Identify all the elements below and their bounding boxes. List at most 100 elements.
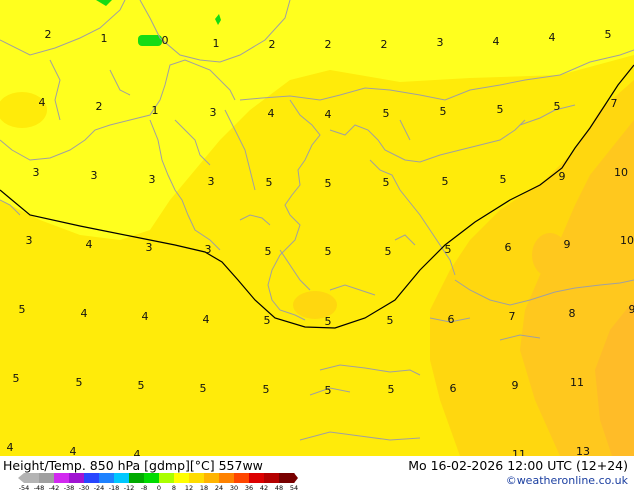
value-label: 5 xyxy=(445,243,452,256)
value-label: 1 xyxy=(152,104,159,117)
credit-link[interactable]: ©weatheronline.co.uk xyxy=(506,474,628,487)
colorbar-swatch xyxy=(174,473,190,483)
colorbar-tick-label: -12 xyxy=(124,484,135,492)
value-label: 7 xyxy=(611,97,618,110)
colorbar xyxy=(18,473,298,483)
value-label: 4 xyxy=(325,108,332,121)
colorbar-swatch xyxy=(189,473,205,483)
value-label: 3 xyxy=(91,169,98,182)
colorbar-tick-label: 12 xyxy=(185,484,193,492)
value-label: 13 xyxy=(576,445,590,456)
value-label: 4 xyxy=(86,238,93,251)
value-label: 5 xyxy=(500,173,507,186)
value-label: 5 xyxy=(19,303,26,316)
value-label: 3 xyxy=(210,106,217,119)
value-label: 5 xyxy=(265,245,272,258)
colorbar-tick-label: 8 xyxy=(172,484,176,492)
value-label: 5 xyxy=(266,176,273,189)
value-label: 2 xyxy=(325,38,332,51)
value-label: 2 xyxy=(45,28,52,41)
value-label: 5 xyxy=(383,107,390,120)
value-label: 9 xyxy=(512,379,519,392)
value-label: 5 xyxy=(325,384,332,397)
value-label: 5 xyxy=(325,177,332,190)
colorbar-tick-label: 24 xyxy=(215,484,223,492)
value-label: 3 xyxy=(26,234,33,247)
colorbar-swatch xyxy=(219,473,235,483)
value-label: 5 xyxy=(387,314,394,327)
colorbar-tick-label: 0 xyxy=(157,484,161,492)
value-label: 2 xyxy=(381,38,388,51)
colorbar-tick-label: -30 xyxy=(79,484,90,492)
colorbar-tick-label: -38 xyxy=(64,484,75,492)
value-label: 5 xyxy=(554,100,561,113)
colorbar-tick-label: -48 xyxy=(34,484,45,492)
map-canvas: 2101222344542134455557333355555910343355… xyxy=(0,0,634,456)
colorbar-swatch xyxy=(39,473,55,483)
value-label: 11 xyxy=(512,448,526,456)
colorbar-tick-label: 18 xyxy=(200,484,208,492)
colorbar-swatch xyxy=(144,473,160,483)
value-label: 5 xyxy=(388,383,395,396)
value-label: 4 xyxy=(81,307,88,320)
value-label: 6 xyxy=(505,241,512,254)
colorbar-tick-labels: -54-48-42-38-30-24-18-12-808121824303642… xyxy=(18,484,298,492)
value-label: 0 xyxy=(162,34,169,47)
value-label: 7 xyxy=(509,310,516,323)
value-label: 4 xyxy=(39,96,46,109)
colorbar-swatch xyxy=(114,473,130,483)
colorbar-swatch xyxy=(264,473,280,483)
colorbar-tick-label: 36 xyxy=(245,484,253,492)
value-label: 3 xyxy=(149,173,156,186)
value-label: 6 xyxy=(448,313,455,326)
value-label: 9 xyxy=(559,170,566,183)
colorbar-tick-label: 42 xyxy=(260,484,268,492)
value-label: 5 xyxy=(76,376,83,389)
value-label: 3 xyxy=(437,36,444,49)
value-label: 9 xyxy=(629,303,634,316)
colorbar-swatch xyxy=(24,473,40,483)
colorbar-tick-label: 30 xyxy=(230,484,238,492)
value-label: 10 xyxy=(614,166,628,179)
value-label: 5 xyxy=(440,105,447,118)
value-label: 4 xyxy=(134,448,141,456)
value-label: 4 xyxy=(203,313,210,326)
colorbar-left-arrow xyxy=(18,473,24,483)
value-label: 4 xyxy=(142,310,149,323)
colorbar-tick-label: -42 xyxy=(49,484,60,492)
colorbar-tick-label: -24 xyxy=(94,484,105,492)
value-label: 4 xyxy=(549,31,556,44)
value-label: 8 xyxy=(569,307,576,320)
colorbar-swatch xyxy=(69,473,85,483)
value-label: 5 xyxy=(325,315,332,328)
map-datetime: Mo 16-02-2026 12:00 UTC (12+24) xyxy=(408,458,628,473)
value-label: 5 xyxy=(383,176,390,189)
colorbar-tick-label: -8 xyxy=(141,484,147,492)
value-label: 4 xyxy=(70,445,77,456)
colorbar-tick-label: 54 xyxy=(290,484,298,492)
value-label: 10 xyxy=(620,234,634,247)
value-label: 3 xyxy=(33,166,40,179)
value-label: 2 xyxy=(96,100,103,113)
weather-map: 2101222344542134455557333355555910343355… xyxy=(0,0,634,456)
value-label: 2 xyxy=(269,38,276,51)
value-label: 5 xyxy=(264,314,271,327)
value-label: 4 xyxy=(7,441,14,454)
value-label: 5 xyxy=(138,379,145,392)
map-title: Height/Temp. 850 hPa [gdmp][°C] 557ww xyxy=(3,458,263,473)
value-label: 5 xyxy=(325,245,332,258)
value-label: 3 xyxy=(205,243,212,256)
value-label: 5 xyxy=(263,383,270,396)
value-label: 5 xyxy=(13,372,20,385)
value-label: 5 xyxy=(442,175,449,188)
value-label: 1 xyxy=(213,37,220,50)
value-label: 9 xyxy=(564,238,571,251)
value-label: 3 xyxy=(146,241,153,254)
value-label: 5 xyxy=(497,103,504,116)
footer-bar: Height/Temp. 850 hPa [gdmp][°C] 557ww Mo… xyxy=(0,456,634,490)
colorbar-tick-label: -18 xyxy=(109,484,120,492)
colorbar-tick-label: 48 xyxy=(275,484,283,492)
value-label: 5 xyxy=(200,382,207,395)
value-label: 6 xyxy=(450,382,457,395)
colorbar-swatch xyxy=(84,473,100,483)
